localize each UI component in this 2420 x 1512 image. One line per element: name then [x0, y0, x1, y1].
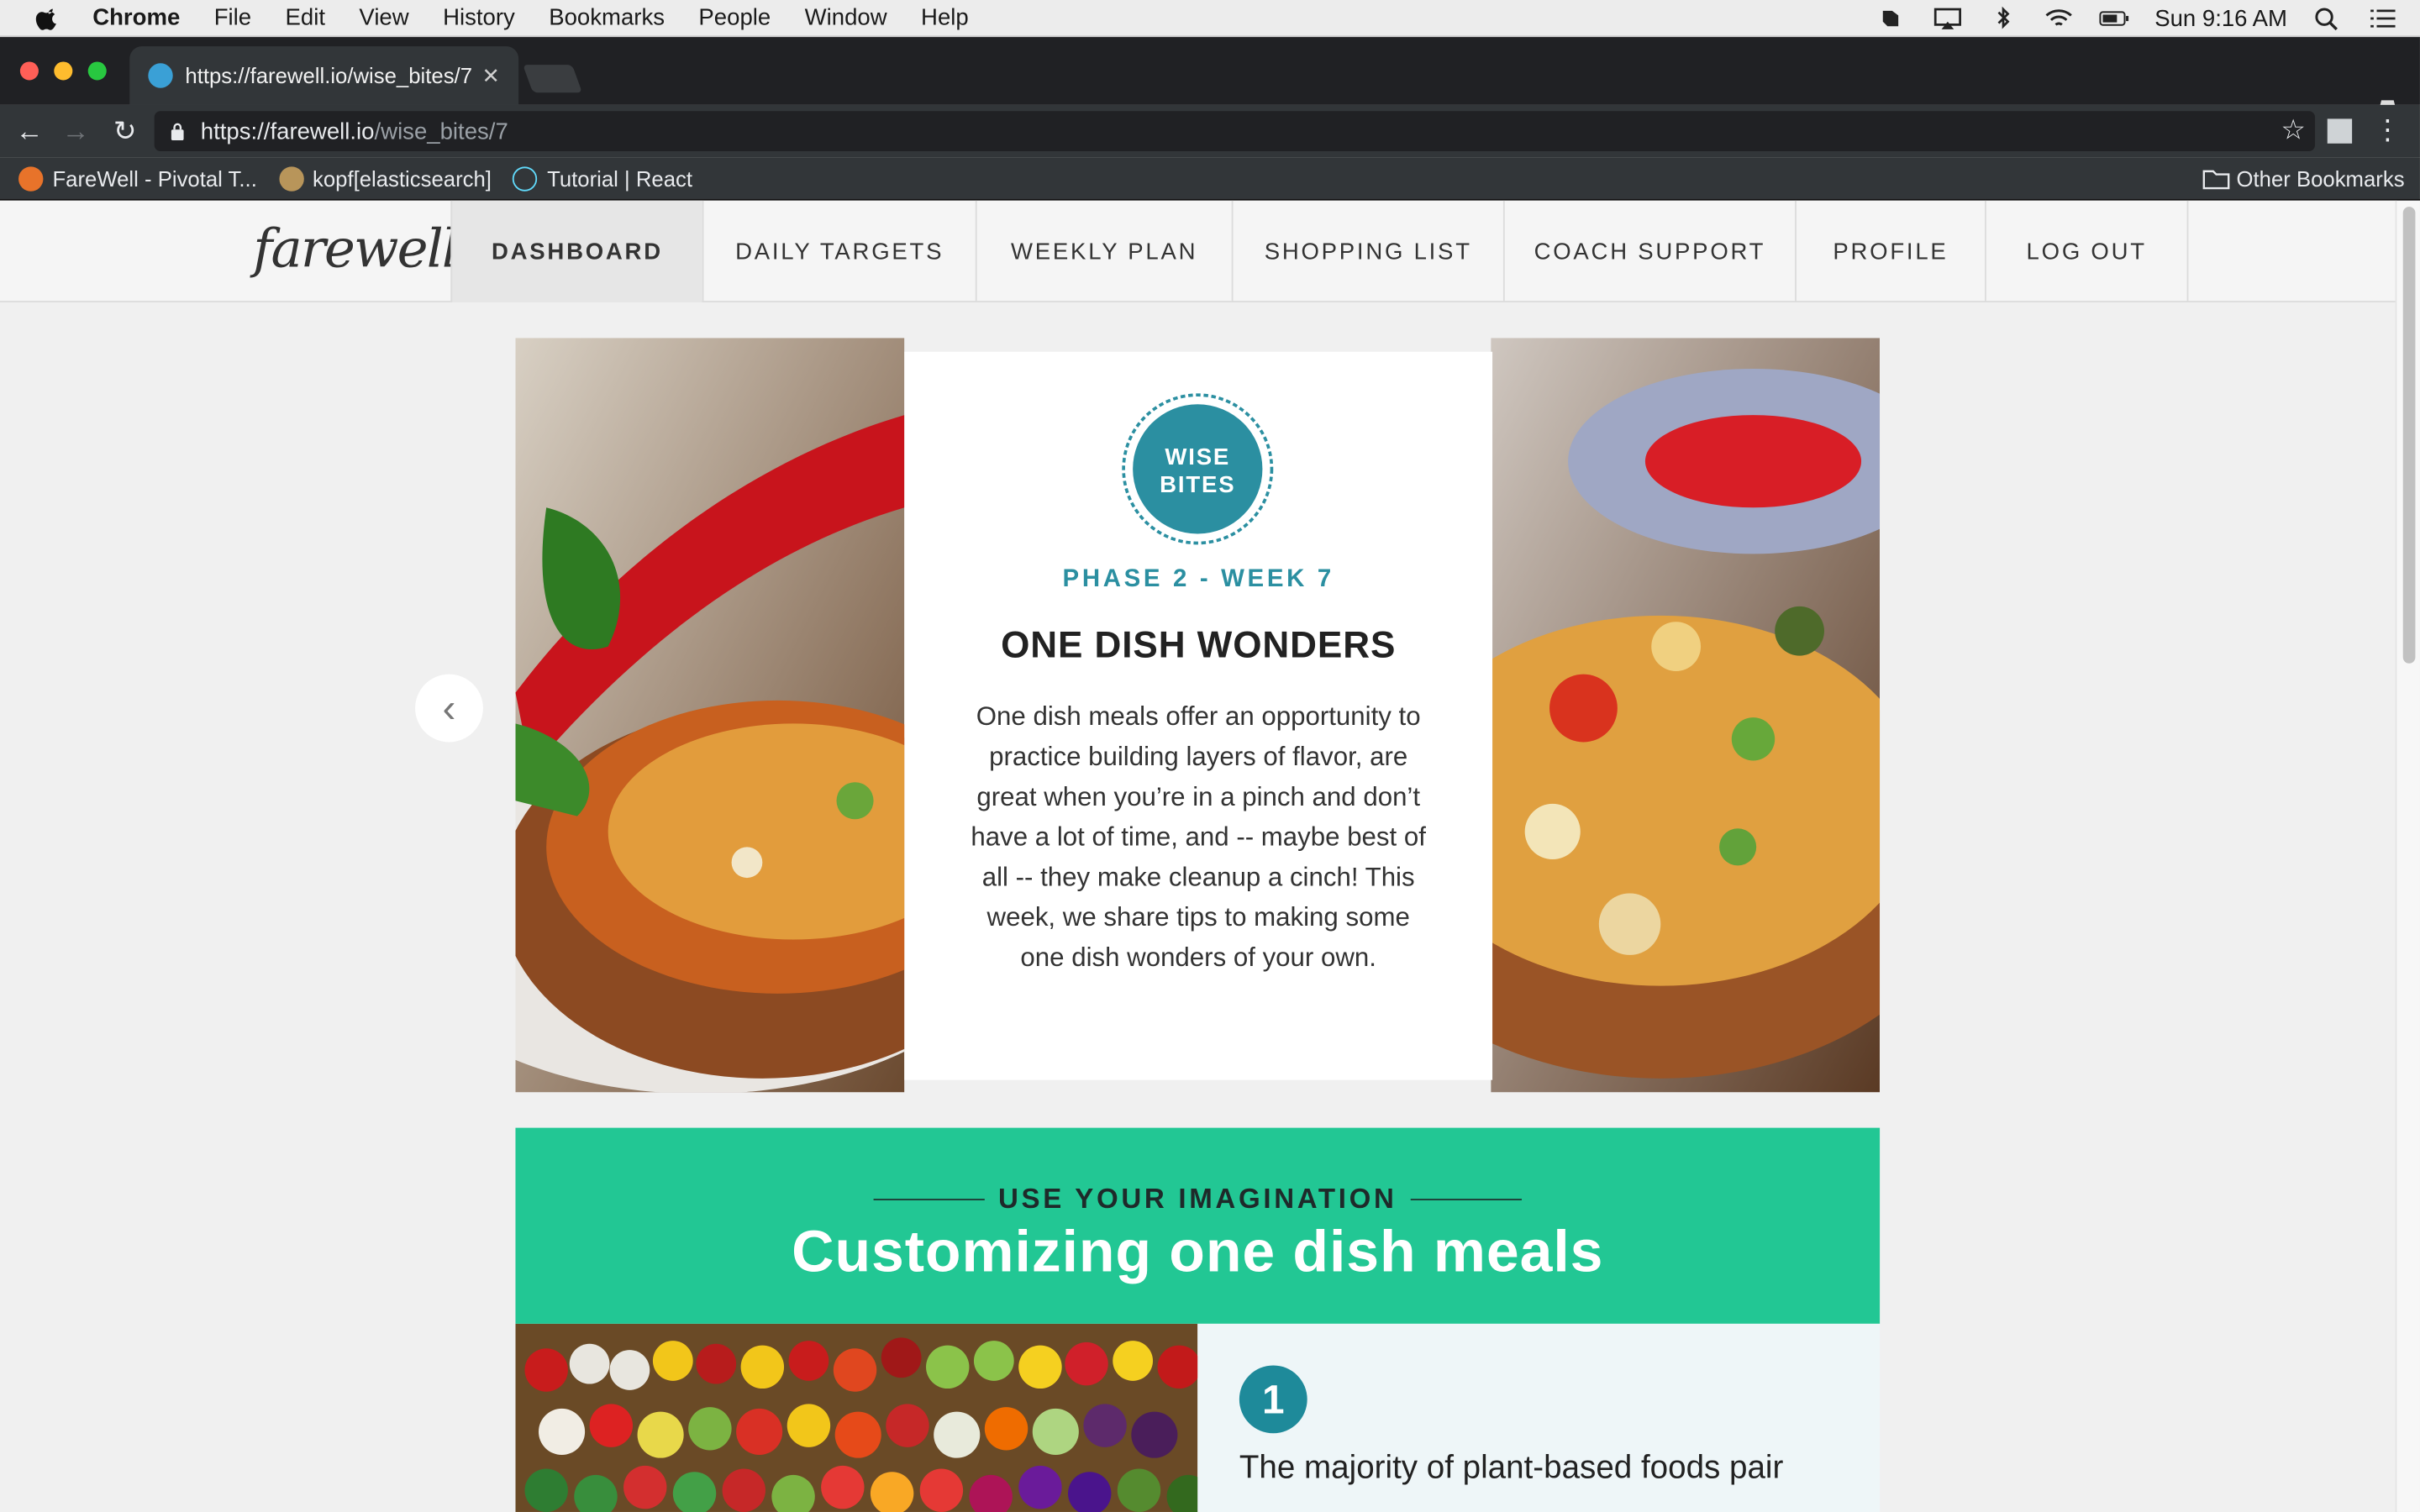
chevron-left-icon: ‹ — [442, 684, 456, 731]
chrome-menu-icon[interactable]: ⋮ — [2374, 114, 2402, 147]
bookmarks-bar: FareWell - Pivotal T... kopf[elasticsear… — [0, 157, 2420, 201]
bookmark-farewell-pivotal[interactable]: FareWell - Pivotal T... — [18, 165, 257, 191]
bookmark-star-icon[interactable]: ☆ — [2281, 114, 2306, 147]
badge-line-1: WISE — [1165, 444, 1230, 470]
eyebrow-rule-right — [1410, 1199, 1522, 1200]
scrollbar-thumb[interactable] — [2402, 207, 2416, 664]
menu-edit[interactable]: Edit — [286, 5, 325, 31]
airplay-icon[interactable] — [1933, 6, 1964, 30]
other-bookmarks[interactable]: Other Bookmarks — [2202, 157, 2405, 200]
spotlight-search-icon[interactable] — [2312, 6, 2343, 31]
tip-text: The majority of plant-based foods pair — [1239, 1450, 1784, 1486]
forward-arrow-icon[interactable]: → — [59, 114, 92, 148]
window-close-button[interactable] — [19, 61, 39, 81]
url-path: /wise_bites/7 — [374, 118, 508, 144]
wifi-icon[interactable] — [2044, 6, 2075, 30]
mac-menu-bar: Chrome File Edit View History Bookmarks … — [0, 0, 2420, 38]
hero-banner: WISE BITES PHASE 2 - WEEK 7 ONE DISH WON… — [515, 338, 1881, 1093]
wise-bites-description: One dish meals offer an opportunity to p… — [971, 701, 1426, 973]
nav-log-out[interactable]: LOG OUT — [1984, 200, 2189, 302]
apple-icon[interactable] — [34, 4, 61, 32]
menu-bookmarks[interactable]: Bookmarks — [549, 5, 665, 31]
browser-tab-strip: https://farewell.io/wise_bites/7 ✕ — [0, 37, 2420, 118]
nav-dashboard[interactable]: DASHBOARD — [450, 200, 702, 302]
hero-food-photo-left — [515, 338, 905, 1093]
bookmark-label: Tutorial | React — [547, 165, 693, 191]
nav-shopping-list[interactable]: SHOPPING LIST — [1231, 200, 1503, 302]
url-host: https://farewell.io — [200, 118, 375, 144]
menu-people[interactable]: People — [698, 5, 771, 31]
window-zoom-button[interactable] — [87, 61, 107, 81]
notification-center-icon[interactable] — [2367, 6, 2398, 30]
badge-line-2: BITES — [1160, 471, 1235, 497]
page-scrollbar[interactable] — [2395, 200, 2420, 1512]
phase-week-label: PHASE 2 - WEEK 7 — [1062, 566, 1334, 593]
new-tab-button[interactable] — [523, 65, 582, 93]
farewell-logo[interactable]: farewell — [253, 219, 459, 281]
tab-title: https://farewell.io/wise_bites/7 — [185, 63, 473, 88]
lock-icon[interactable] — [170, 122, 185, 141]
address-bar[interactable]: https://farewell.io/wise_bites/7 — [154, 111, 2316, 151]
evernote-icon[interactable] — [1877, 6, 1908, 30]
folder-icon — [2202, 170, 2230, 190]
bookmark-kopf[interactable]: kopf[elasticsearch] — [278, 165, 492, 191]
page-viewport: farewell DASHBOARD DAILY TARGETS WEEKLY … — [0, 200, 2396, 1512]
battery-icon[interactable] — [2099, 6, 2130, 30]
nav-weekly-plan[interactable]: WEEKLY PLAN — [975, 200, 1232, 302]
react-icon — [513, 165, 539, 191]
browser-toolbar: ← → ↻ https://farewell.io/wise_bites/7 ☆… — [0, 104, 2420, 158]
section-title: Customizing one dish meals — [792, 1220, 1604, 1285]
produce-market-photo — [515, 1323, 1198, 1512]
nav-coach-support[interactable]: COACH SUPPORT — [1502, 200, 1795, 302]
kopf-icon — [278, 165, 303, 191]
wise-bites-badge: WISE BITES — [1122, 393, 1274, 545]
bluetooth-icon[interactable] — [1988, 6, 2019, 30]
nav-daily-targets[interactable]: DAILY TARGETS — [702, 200, 976, 302]
back-arrow-icon[interactable]: ← — [13, 114, 46, 148]
bookmark-label: kopf[elasticsearch] — [312, 165, 492, 191]
section-eyebrow: USE YOUR IMAGINATION — [998, 1183, 1397, 1215]
previous-week-button[interactable]: ‹ — [415, 674, 483, 743]
menu-file[interactable]: File — [214, 5, 251, 31]
menu-view[interactable]: View — [359, 5, 408, 31]
wise-bites-card: WISE BITES PHASE 2 - WEEK 7 ONE DISH WON… — [904, 351, 1493, 1080]
section-header: USE YOUR IMAGINATION Customizing one dis… — [515, 1127, 1881, 1324]
pivotal-tracker-icon — [18, 165, 44, 191]
menu-history[interactable]: History — [443, 5, 515, 31]
hero-food-photo-right — [1491, 338, 1881, 1093]
tip-number-badge: 1 — [1239, 1365, 1307, 1434]
tab-close-icon[interactable]: ✕ — [482, 62, 501, 88]
farewell-favicon-icon — [148, 63, 173, 88]
bookmark-label: FareWell - Pivotal T... — [52, 165, 257, 191]
extension-icon[interactable] — [2327, 118, 2353, 144]
reload-icon[interactable]: ↻ — [108, 114, 142, 148]
window-minimize-button[interactable] — [54, 61, 73, 81]
menubar-clock[interactable]: Sun 9:16 AM — [2154, 5, 2287, 31]
other-bookmarks-label: Other Bookmarks — [2236, 166, 2405, 192]
wise-bites-title: ONE DISH WONDERS — [1001, 624, 1397, 667]
menu-window[interactable]: Window — [805, 5, 887, 31]
bookmark-react-tutorial[interactable]: Tutorial | React — [513, 165, 693, 191]
tip-card-1: 1 The majority of plant-based foods pair — [1197, 1323, 1881, 1512]
menu-chrome[interactable]: Chrome — [92, 5, 180, 31]
browser-tab-active[interactable]: https://farewell.io/wise_bites/7 ✕ — [129, 46, 519, 105]
nav-profile[interactable]: PROFILE — [1795, 200, 1985, 302]
menu-help[interactable]: Help — [921, 5, 969, 31]
site-navigation: farewell DASHBOARD DAILY TARGETS WEEKLY … — [0, 200, 2396, 302]
